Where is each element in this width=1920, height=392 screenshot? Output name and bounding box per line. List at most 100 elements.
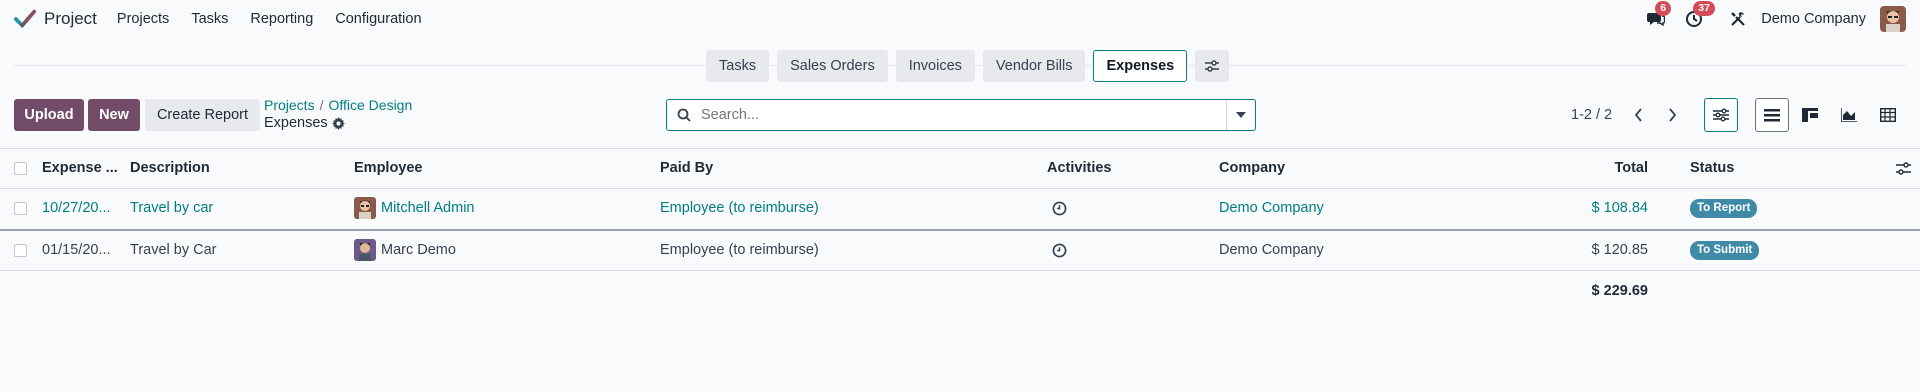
employee-avatar <box>354 239 376 261</box>
project-logo-icon[interactable] <box>14 8 36 30</box>
table-footer-row: $ 229.69 <box>0 271 1920 311</box>
search-bar <box>666 99 1256 131</box>
employee-name[interactable]: Mitchell Admin <box>381 200 474 216</box>
row-date[interactable]: 01/15/20... <box>42 230 111 270</box>
row-checkbox[interactable] <box>14 201 27 215</box>
kanban-view-icon <box>1802 108 1818 122</box>
chevron-left-icon <box>1634 108 1642 122</box>
top-navbar: Project Projects Tasks Reporting Configu… <box>0 0 1920 38</box>
column-header-status[interactable]: Status <box>1690 148 1734 188</box>
row-company[interactable]: Demo Company <box>1219 188 1324 228</box>
user-avatar-image <box>1880 6 1906 32</box>
sliders-icon <box>1205 60 1220 72</box>
debug-tools-button[interactable] <box>1727 8 1749 30</box>
tools-icon <box>1731 12 1746 26</box>
optional-columns-toggle[interactable] <box>1896 148 1911 188</box>
smart-buttons: Tasks Sales Orders Invoices Vendor Bills… <box>706 50 1230 82</box>
breadcrumb-separator: / <box>319 97 324 113</box>
row-date[interactable]: 10/27/20... <box>42 188 111 228</box>
search-icon <box>667 108 701 122</box>
smart-button-expenses[interactable]: Expenses <box>1093 50 1188 82</box>
column-header-paid-by[interactable]: Paid By <box>660 148 713 188</box>
new-button[interactable]: New <box>88 99 140 131</box>
list-view-button[interactable] <box>1755 98 1789 132</box>
column-header-company[interactable]: Company <box>1219 148 1285 188</box>
kanban-view-button[interactable] <box>1793 98 1827 132</box>
smart-button-invoices[interactable]: Invoices <box>895 50 975 82</box>
activities-button[interactable]: 37 <box>1683 1 1715 30</box>
grand-total: $ 229.69 <box>1591 283 1648 299</box>
table-row[interactable]: 01/15/20... Travel by Car Marc Demo Empl… <box>0 230 1920 270</box>
navbar-systray: 6 37 Demo Company <box>1629 0 1906 38</box>
chevron-right-icon <box>1668 108 1676 122</box>
column-header-date[interactable]: Expense ... <box>42 148 118 188</box>
row-paid-by[interactable]: Employee (to reimburse) <box>660 230 819 270</box>
search-options-toggle[interactable] <box>1226 100 1255 130</box>
clock-icon <box>1052 201 1067 215</box>
upload-button[interactable]: Upload <box>14 99 84 131</box>
table-header-row: Expense ... Description Employee Paid By… <box>0 148 1920 188</box>
messages-button[interactable]: 6 <box>1645 1 1672 30</box>
select-all-checkbox[interactable] <box>14 161 27 175</box>
pivot-view-button[interactable] <box>1871 98 1905 132</box>
pager-next[interactable] <box>1662 104 1682 126</box>
gear-icon[interactable] <box>331 116 345 130</box>
smart-button-sales-orders[interactable]: Sales Orders <box>777 50 888 82</box>
column-header-employee[interactable]: Employee <box>354 148 423 188</box>
messages-count-badge: 6 <box>1655 1 1672 16</box>
breadcrumb-office-design[interactable]: Office Design <box>328 97 412 113</box>
smart-button-vendor-bills[interactable]: Vendor Bills <box>982 50 1086 82</box>
breadcrumb: Projects / Office Design <box>264 97 412 113</box>
select-all-cell <box>14 148 27 188</box>
filter-settings-icon <box>1713 108 1729 122</box>
pivot-view-icon <box>1880 108 1896 122</box>
clock-icon <box>1052 243 1067 257</box>
status-badge: To Report <box>1690 198 1758 218</box>
column-settings-icon <box>1896 161 1911 175</box>
menu-configuration[interactable]: Configuration <box>335 11 421 27</box>
column-header-total[interactable]: Total <box>1500 148 1648 188</box>
status-badge: To Submit <box>1690 240 1760 260</box>
table-row[interactable]: 10/27/20... Travel by car Mitchell Admin… <box>0 188 1920 229</box>
smart-button-tasks[interactable]: Tasks <box>706 50 770 82</box>
menu-reporting[interactable]: Reporting <box>250 11 313 27</box>
pager-previous[interactable] <box>1628 104 1648 126</box>
filter-panel-toggle[interactable] <box>1704 98 1738 132</box>
list-view-icon <box>1764 108 1780 121</box>
row-activity-button[interactable] <box>1052 230 1067 270</box>
employee-name[interactable]: Marc Demo <box>381 242 456 258</box>
column-header-description[interactable]: Description <box>130 148 210 188</box>
activities-count-badge: 37 <box>1693 1 1715 16</box>
row-total[interactable]: $ 120.85 <box>1500 230 1648 270</box>
menu-projects[interactable]: Projects <box>117 11 169 27</box>
row-total[interactable]: $ 108.84 <box>1500 188 1648 228</box>
row-employee[interactable]: Marc Demo <box>354 230 456 270</box>
employee-avatar <box>354 197 376 219</box>
column-header-activities[interactable]: Activities <box>1047 148 1111 188</box>
row-status: To Report <box>1690 188 1758 228</box>
graph-view-icon <box>1841 108 1857 122</box>
pager-value[interactable]: 1-2 / 2 <box>1571 107 1612 123</box>
row-select-cell <box>14 230 27 270</box>
graph-view-button[interactable] <box>1832 98 1866 132</box>
breadcrumb-projects[interactable]: Projects <box>264 97 315 113</box>
row-description[interactable]: Travel by Car <box>130 230 216 270</box>
menu-tasks[interactable]: Tasks <box>191 11 228 27</box>
page-title: Expenses <box>264 115 345 131</box>
row-activity-button[interactable] <box>1052 188 1067 228</box>
row-description[interactable]: Travel by car <box>130 188 213 228</box>
user-avatar[interactable] <box>1880 6 1906 32</box>
search-input[interactable] <box>701 107 1226 123</box>
company-switcher[interactable]: Demo Company <box>1761 11 1866 27</box>
row-employee[interactable]: Mitchell Admin <box>354 188 474 228</box>
row-checkbox[interactable] <box>14 243 27 257</box>
app-name[interactable]: Project <box>44 9 97 29</box>
page-title-label: Expenses <box>264 115 328 131</box>
smart-button-settings[interactable] <box>1195 50 1230 82</box>
caret-down-icon <box>1236 112 1246 118</box>
row-paid-by[interactable]: Employee (to reimburse) <box>660 188 819 228</box>
row-select-cell <box>14 188 27 228</box>
row-status: To Submit <box>1690 230 1760 270</box>
create-report-button[interactable]: Create Report <box>145 99 260 131</box>
row-company[interactable]: Demo Company <box>1219 230 1324 270</box>
